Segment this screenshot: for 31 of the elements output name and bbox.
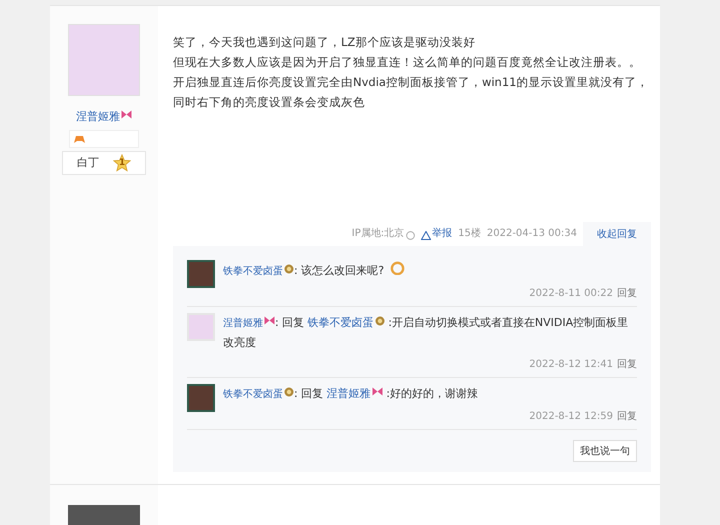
username-link[interactable]: 涅普姬雅 (223, 318, 263, 329)
username-link[interactable]: 铁拳不爱卤蛋 (223, 266, 283, 277)
warning-icon (421, 231, 432, 240)
avatar-image[interactable] (68, 505, 140, 525)
reply-link[interactable]: 回复 (617, 286, 637, 301)
username-link[interactable]: 铁拳不爱卤蛋 (223, 389, 283, 400)
avatar-image[interactable] (187, 260, 215, 288)
post-text: 但现在大多数人应该是因为开启了独显直连！这么简单的问题百度竟然全让改注册表。。 (173, 54, 642, 71)
avatar-image[interactable] (187, 384, 215, 412)
reply-text: 铁拳不爱卤蛋 : 该怎么改回来呢? (223, 260, 637, 281)
post-text: 笑了，今天我也遇到这问题了，LZ那个应该是驱动没装好 (173, 34, 476, 51)
reply-time: 2022-8-12 12:59 (529, 410, 613, 424)
reply-time: 2022-8-11 00:22 (529, 287, 613, 301)
reply-text: 涅普姬雅 : 回复 铁拳不爱卤蛋 :开启自动切换模式或者直接在NVIDIA控制面板里改亮度 (223, 315, 630, 351)
collapse-replies-tab[interactable]: 收起回复 (583, 222, 651, 246)
reply-link[interactable]: 回复 (617, 409, 637, 424)
post-time: 2022-04-13 00:34 (486, 227, 577, 241)
username-link[interactable]: 涅普姬雅 (326, 387, 371, 400)
level-star: 1 (113, 154, 131, 172)
reply-time: 2022-8-12 12:41 (529, 358, 613, 372)
floor-number: 15楼 (458, 226, 481, 241)
comment-button[interactable]: 我也说一句 (573, 440, 637, 462)
username-link[interactable]: 涅普姬雅 (76, 110, 120, 123)
help-icon[interactable] (406, 231, 416, 240)
report-link[interactable]: 举报 (432, 226, 452, 246)
reply-text: 铁拳不爱卤蛋 : 回复 涅普姬雅 :好的好的，谢谢辣 (223, 386, 479, 402)
level-title: 白丁 (77, 155, 99, 172)
username-link[interactable]: 铁拳不爱卤蛋 (308, 316, 374, 329)
post-text: 开启独显直连后你亮度设置完全由Nvdia控制面板接管了，win11的显示设置里就没有了，同时右下角的亮度设置条会变成灰色 (173, 74, 650, 111)
reply-link[interactable]: 回复 (617, 357, 637, 372)
ip-location: IP属地:北京 (352, 226, 404, 241)
